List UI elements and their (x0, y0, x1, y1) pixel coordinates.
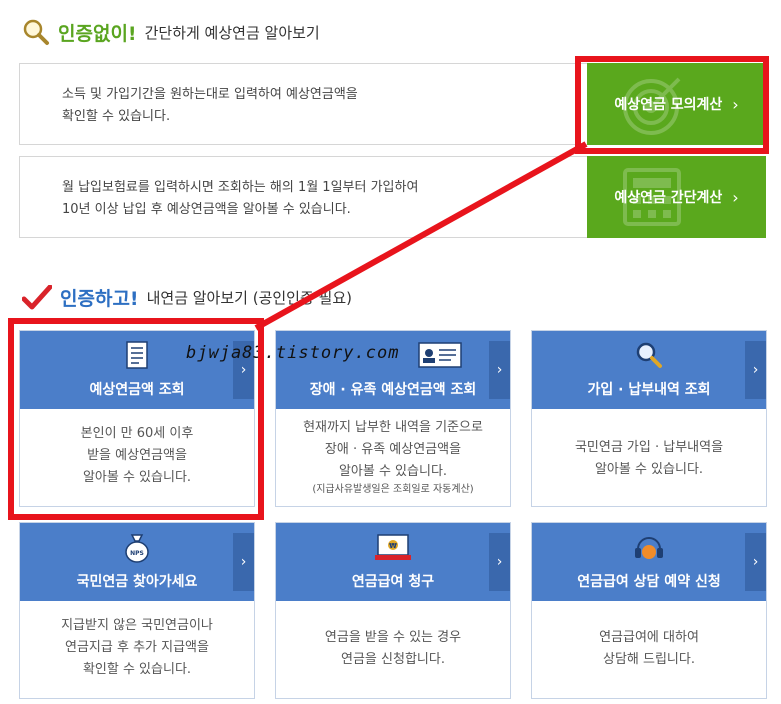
section-auth-highlight: 인증하고! (60, 288, 139, 310)
pension-simulate-button[interactable]: 예상연금 모의계산 › (587, 63, 766, 145)
card-head: 가입 · 납부내역 조회 (532, 331, 766, 409)
card-description: 지급받지 않은 국민연금이나 연금지급 후 추가 지급액을 확인할 수 있습니다… (61, 618, 213, 677)
watermark-text: bjwja83.tistory.com (186, 343, 400, 363)
card-head: 연금급여 상담 예약 신청 (532, 523, 766, 601)
document-icon (126, 341, 148, 369)
chevron-right-icon[interactable]: › (489, 341, 510, 399)
pension-simple-button[interactable]: 예상연금 간단계산 › (587, 156, 766, 238)
chevron-right-icon: › (732, 187, 739, 207)
card-title: 가입 · 납부내역 조회 (587, 382, 711, 398)
payment-terminal-icon: ₩ (375, 534, 411, 560)
magnifier-icon (636, 342, 662, 368)
svg-text:₩: ₩ (389, 542, 397, 550)
pension-simulate-box: 소득 및 가입기간을 원하는대로 입력하여 예상연금액을 확인할 수 있습니다.… (19, 63, 766, 145)
card-find-pension[interactable]: NPS 국민연금 찾아가세요 › 지급받지 않은 국민연금이나 연금지급 후 추… (19, 522, 255, 699)
pension-simple-box: 월 납입보험료를 입력하시면 조회하는 해의 1월 1일부터 가입하여 10년 … (19, 156, 766, 238)
money-bag-icon: NPS (125, 534, 149, 563)
chevron-right-icon[interactable]: › (489, 533, 510, 591)
section-auth-subtitle: 내연금 알아보기 (공인인증 필요) (146, 289, 353, 307)
card-title: 장애 · 유족 예상연금액 조회 (309, 382, 477, 398)
card-title: 연금급여 상담 예약 신청 (577, 574, 721, 590)
card-enrollment-payment-history[interactable]: 가입 · 납부내역 조회 › 국민연금 가입 · 납부내역을 알아볼 수 있습니… (531, 330, 767, 507)
pension-simulate-description: 소득 및 가입기간을 원하는대로 입력하여 예상연금액을 확인할 수 있습니다. (62, 87, 358, 124)
headset-icon (635, 537, 663, 559)
card-description: 현재까지 납부한 내역을 기준으로 장애 · 유족 예상연금액을 알아볼 수 있… (276, 417, 510, 497)
card-head: ₩ 연금급여 청구 (276, 523, 510, 601)
card-description: 국민연금 가입 · 납부내역을 알아볼 수 있습니다. (574, 440, 724, 477)
svg-text:NPS: NPS (130, 550, 144, 557)
card-description: 연금급여에 대하여 상담해 드립니다. (599, 630, 699, 667)
checkmark-icon (22, 284, 52, 309)
card-title: 예상연금액 조회 (89, 382, 185, 398)
chevron-right-icon[interactable]: › (745, 341, 766, 399)
pension-simple-description: 월 납입보험료를 입력하시면 조회하는 해의 1월 1일부터 가입하여 10년 … (62, 180, 419, 217)
card-head: NPS 국민연금 찾아가세요 (20, 523, 254, 601)
section-no-auth-highlight: 인증없이! (58, 22, 137, 45)
chevron-right-icon[interactable]: › (745, 533, 766, 591)
card-consultation-reservation[interactable]: 연금급여 상담 예약 신청 › 연금급여에 대하여 상담해 드립니다. (531, 522, 767, 699)
chevron-right-icon[interactable]: › (233, 533, 254, 591)
section-auth-title: 인증하고! 내연금 알아보기 (공인인증 필요) (22, 284, 352, 311)
chevron-right-icon: › (732, 94, 739, 114)
magnifier-icon (23, 19, 49, 45)
card-title: 연금급여 청구 (351, 574, 435, 590)
card-title: 국민연금 찾아가세요 (76, 574, 198, 590)
card-benefit-claim[interactable]: ₩ 연금급여 청구 › 연금을 받을 수 있는 경우 연금을 신청합니다. (275, 522, 511, 699)
section-no-auth-subtitle: 간단하게 예상연금 알아보기 (144, 23, 320, 42)
card-description: 연금을 받을 수 있는 경우 연금을 신청합니다. (324, 630, 462, 667)
id-card-icon (418, 342, 462, 368)
card-note: (지급사유발생일은 조회일로 자동계산) (312, 484, 474, 495)
card-description: 본인이 만 60세 이후 받을 예상연금액을 알아볼 수 있습니다. (80, 426, 194, 485)
section-no-auth-title: 인증없이! 간단하게 예상연금 알아보기 (22, 18, 320, 46)
